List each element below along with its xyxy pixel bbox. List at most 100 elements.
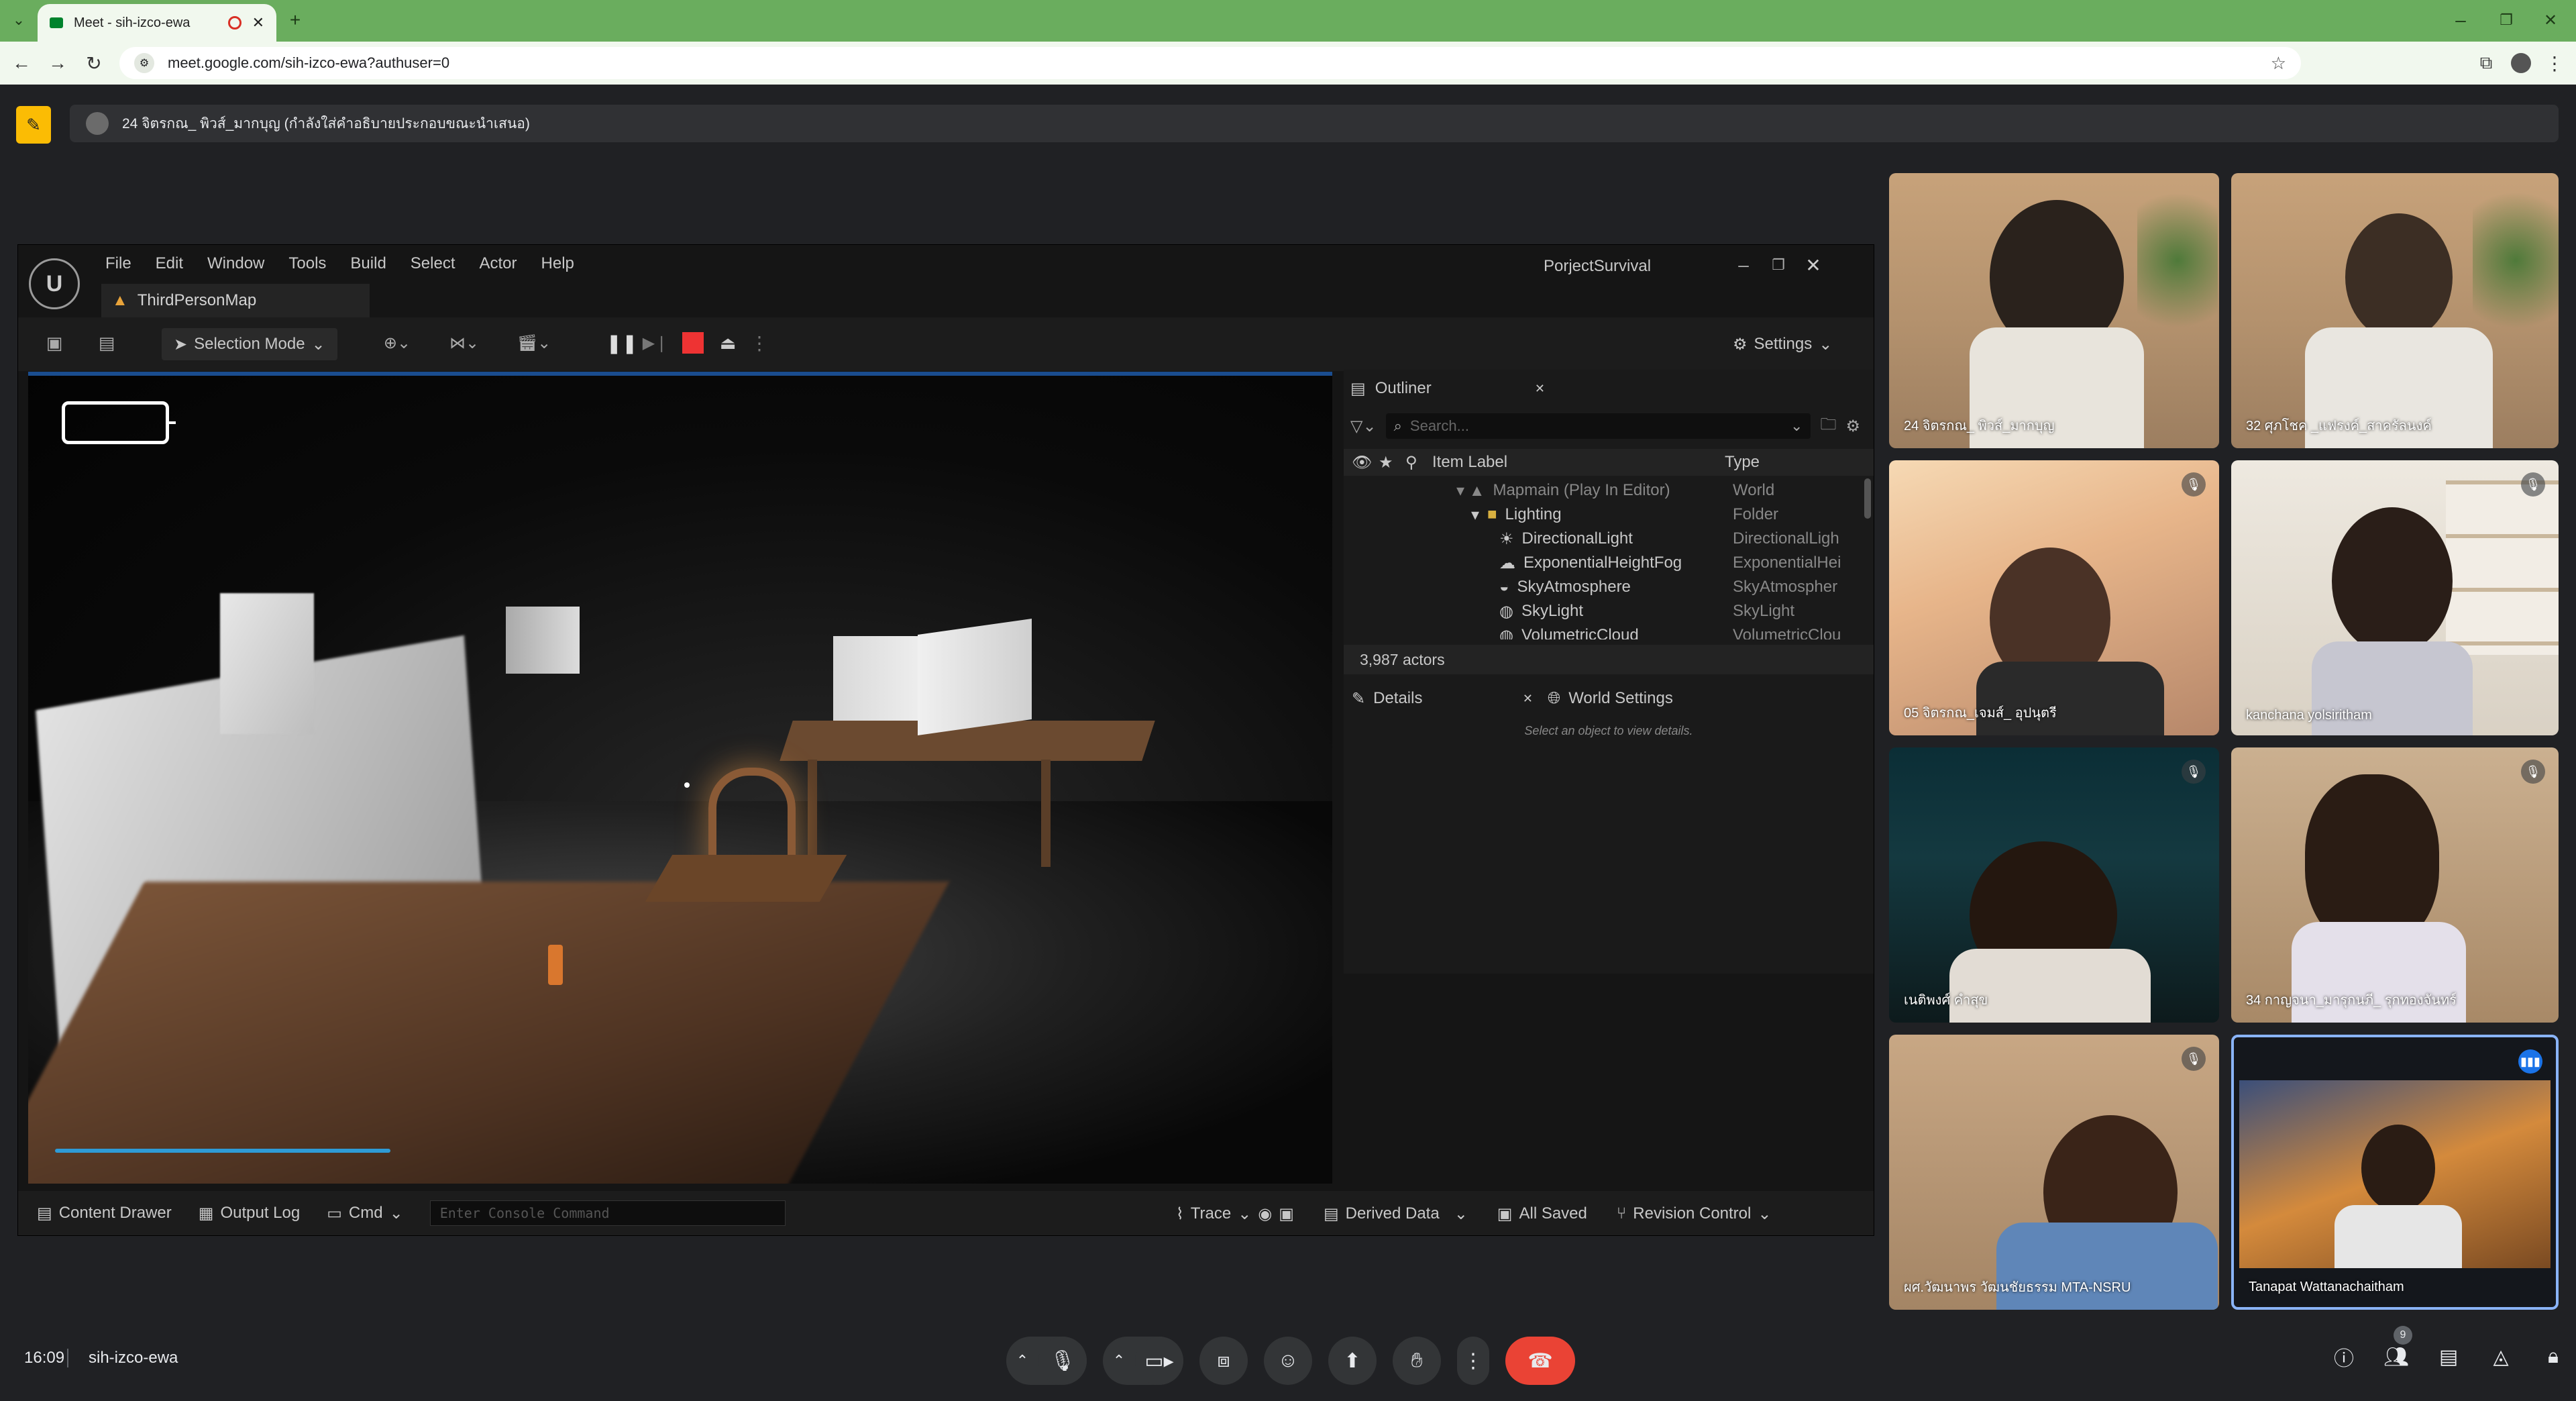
revision-control-dropdown[interactable]: ⑂ Revision Control ⌄ [1617, 1204, 1772, 1224]
people-button[interactable]: 👥︎ 9 [2380, 1326, 2412, 1373]
present-button[interactable]: ⬆ [1328, 1337, 1377, 1385]
new-tab-button[interactable]: + [284, 9, 306, 31]
menu-item[interactable]: Select [411, 254, 455, 273]
record-icon[interactable]: ◉ [1258, 1204, 1272, 1224]
captions-button[interactable]: ⧈ [1199, 1337, 1248, 1385]
col-type[interactable]: Type [1725, 453, 1760, 472]
tab-close-icon[interactable]: ✕ [252, 14, 264, 32]
stop-icon[interactable] [682, 332, 704, 354]
add-actor-icon[interactable]: ⊕⌄ [374, 328, 421, 358]
derived-data-dropdown[interactable]: ▤ Derived Data ⌄ [1324, 1204, 1468, 1224]
selection-mode-dropdown[interactable]: ➤ Selection Mode ⌄ [162, 328, 337, 360]
menu-item[interactable]: File [105, 254, 131, 273]
reload-icon[interactable]: ↻ [80, 50, 107, 76]
outliner-settings-icon[interactable]: ⚙ [1845, 417, 1860, 436]
outliner-row[interactable]: ◍ VolumetricCloud VolumetricClou [1344, 623, 1860, 639]
extensions-icon[interactable]: ⧉ [2473, 50, 2500, 76]
profile-avatar[interactable] [2508, 50, 2534, 76]
col-item-label[interactable]: Item Label [1432, 453, 1725, 472]
favorite-icon[interactable]: ★ [1379, 453, 1405, 472]
menu-item[interactable]: Window [207, 254, 264, 273]
emoji-button[interactable]: ☺ [1264, 1337, 1312, 1385]
new-folder-icon[interactable]: 🗀︎ [1820, 413, 1836, 440]
menu-item[interactable]: Help [541, 254, 574, 273]
more-options-button[interactable]: ⋮ [1457, 1337, 1489, 1385]
cmd-dropdown[interactable]: ▭ Cmd ⌄ [327, 1204, 402, 1223]
meeting-code: sih-izco-ewa [89, 1349, 178, 1367]
outliner-row[interactable]: ◒ SkyAtmosphere SkyAtmospher [1344, 575, 1860, 599]
world-settings-tab[interactable]: 🌐︎ World Settings [1548, 689, 1673, 708]
actor-count: 3,987 actors [1344, 645, 1874, 674]
microphone-button[interactable]: 🎙︎ [1038, 1337, 1087, 1385]
meeting-info-button[interactable]: ⓘ [2328, 1341, 2360, 1373]
participant-tile[interactable]: 32 ศุภโชค _แฟรงค์_สาครัลนงค์ [2231, 173, 2559, 448]
details-tab[interactable]: ✎ Details ✕ [1352, 689, 1533, 709]
annotation-indicator-icon[interactable]: ✎ [16, 106, 51, 144]
host-controls-button[interactable]: 🔒︎ [2537, 1341, 2569, 1373]
screenshot-icon[interactable]: ▣ [1279, 1204, 1294, 1224]
bookmark-star-icon[interactable]: ☆ [2271, 53, 2286, 74]
ue-close-icon[interactable]: ✕ [1800, 252, 1827, 278]
outliner-row[interactable]: ☁ ExponentialHeightFog ExponentialHei [1344, 551, 1860, 575]
outliner-row[interactable]: ☀ DirectionalLight DirectionalLigh [1344, 527, 1860, 551]
camera-button[interactable]: ▭▸ [1135, 1337, 1183, 1385]
menu-item[interactable]: Tools [288, 254, 326, 273]
browse-icon[interactable]: ▤ [92, 328, 121, 358]
ue-game-viewport[interactable] [28, 372, 1332, 1184]
outliner-row[interactable]: ◍ SkyLight SkyLight [1344, 599, 1860, 623]
visibility-icon[interactable]: 👁︎ [1352, 453, 1379, 472]
browser-menu-icon[interactable]: ⋮ [2541, 50, 2568, 76]
participant-tile[interactable]: 🎙︎ 34 กาญจนา_มารุกนภี_ รุกทองจันทร์ [2231, 747, 2559, 1023]
restore-icon[interactable]: ❐ [2493, 8, 2520, 32]
raise-hand-button[interactable]: ✋︎ [1393, 1337, 1441, 1385]
menu-item[interactable]: Actor [480, 254, 517, 273]
outliner-scrollbar[interactable] [1864, 478, 1871, 519]
participant-tile-active-speaker[interactable]: ▮▮▮ Tanapat Wattanachaitham [2231, 1035, 2559, 1310]
all-saved-button[interactable]: ▣ All Saved [1497, 1204, 1587, 1224]
participant-tile[interactable]: 🎙︎ kanchana yolsiritham [2231, 460, 2559, 735]
close-icon[interactable]: ✕ [1535, 382, 1545, 396]
video-options-icon[interactable]: ⌃ [1103, 1337, 1135, 1385]
window-close-icon[interactable]: ✕ [2537, 8, 2564, 32]
console-input[interactable]: Enter Console Command [429, 1200, 786, 1226]
minimize-icon[interactable]: – [2447, 8, 2474, 32]
address-bar[interactable]: ⚙ meet.google.com/sih-izco-ewa?authuser=… [119, 47, 2301, 79]
pin-icon[interactable]: ⚲ [1405, 453, 1432, 472]
outliner-row[interactable]: ▾ ■ Lighting Folder [1344, 503, 1860, 527]
participant-shirt [2334, 1205, 2462, 1268]
outliner-row[interactable]: ▾ ▲ Mapmain (Play In Editor) World [1344, 478, 1860, 503]
participant-tile[interactable]: 🎙︎ ผศ.วัฒนาพร วัฒนชัยธรรม MTA-NSRU [1889, 1035, 2219, 1310]
ue-restore-icon[interactable]: ❐ [1765, 252, 1792, 278]
save-icon[interactable]: ▣ [40, 328, 69, 358]
close-icon[interactable]: ✕ [1523, 692, 1533, 706]
back-icon[interactable]: ← [8, 50, 35, 76]
chat-button[interactable]: ▤ [2432, 1341, 2465, 1373]
participant-tile[interactable]: 24 จิตรกณ_ พิวส์_มากบุญ [1889, 173, 2219, 448]
ue-minimize-icon[interactable]: – [1730, 252, 1757, 278]
play-options-icon[interactable]: ⋮ [749, 328, 769, 358]
blueprint-icon[interactable]: ⋈⌄ [441, 328, 488, 358]
outliner-search-input[interactable]: ⌕ Search... ⌄ [1385, 413, 1811, 439]
activities-button[interactable]: ◬ [2485, 1341, 2517, 1373]
participant-tile[interactable]: 🎙︎ 05 จิตรกณ_เจมส์_ อุปนุตรี [1889, 460, 2219, 735]
tab-search-icon[interactable]: ⌄ [8, 9, 30, 31]
menu-item[interactable]: Edit [156, 254, 183, 273]
audio-options-icon[interactable]: ⌃ [1006, 1337, 1038, 1385]
content-drawer-button[interactable]: ▤ Content Drawer [37, 1204, 172, 1223]
settings-button[interactable]: ⚙ Settings ⌄ [1733, 328, 1832, 360]
browser-tab[interactable]: Meet - sih-izco-ewa ✕ [38, 4, 276, 42]
pause-icon[interactable]: ❚❚ [606, 328, 638, 358]
map-tab[interactable]: ▲ ThirdPersonMap [101, 284, 370, 317]
forward-icon[interactable]: → [44, 50, 71, 76]
cinematics-icon[interactable]: 🎬︎⌄ [511, 328, 557, 358]
trace-dropdown[interactable]: ⌇ Trace ⌄ ◉ ▣ [1176, 1204, 1294, 1224]
menu-item[interactable]: Build [350, 254, 386, 273]
participant-tile[interactable]: 🎙︎ เนติพงศ์ คำสุข [1889, 747, 2219, 1023]
leave-call-button[interactable]: ☎ [1505, 1337, 1575, 1385]
filter-icon[interactable]: ▽⌄ [1350, 417, 1377, 436]
eject-icon[interactable]: ⏏ [713, 328, 743, 358]
site-info-icon[interactable]: ⚙ [134, 53, 154, 73]
skip-frame-icon[interactable]: ▶❘ [641, 328, 670, 358]
outliner-tab[interactable]: ▤ Outliner ✕ [1350, 375, 1545, 402]
output-log-button[interactable]: ▦ Output Log [199, 1204, 300, 1223]
